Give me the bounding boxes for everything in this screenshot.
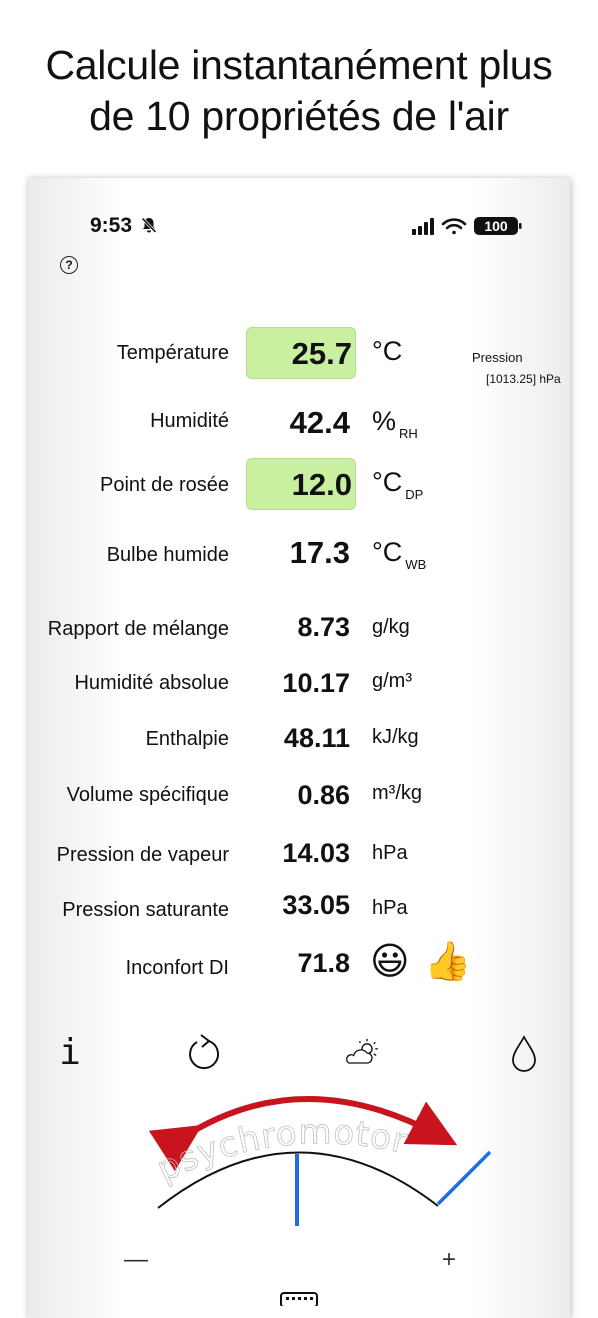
cellular-signal-icon (412, 218, 434, 235)
label-specific-volume: Volume spécifique (66, 784, 229, 806)
dew-point-input[interactable]: 12.0 (246, 458, 356, 510)
unit-dew-point-main: °C (372, 467, 403, 497)
dew-button[interactable] (504, 1030, 544, 1076)
reset-icon (189, 1034, 219, 1070)
svg-text:psychromotor: psychromotor (151, 1112, 412, 1190)
unit-wet-bulb-main: °C (372, 537, 403, 567)
wifi-icon (441, 218, 467, 235)
bell-slash-icon (141, 217, 157, 234)
dial-label: psychromotor (150, 1112, 410, 1190)
label-absolute-humidity: Humidité absolue (74, 672, 229, 694)
headline: Calcule instantanément plus de 10 propri… (0, 40, 598, 142)
specific-volume-value: 0.86 (297, 780, 350, 810)
psychro-dial[interactable]: psychromotor (148, 1090, 508, 1250)
weather-icon (346, 1038, 378, 1064)
unit-dew-point: °C DP (372, 467, 423, 502)
label-dew-point: Point de rosée (100, 474, 229, 496)
label-wet-bulb: Bulbe humide (106, 544, 229, 566)
info-button[interactable]: i (50, 1030, 90, 1076)
unit-temperature: °C (372, 336, 403, 366)
unit-humidity: % RH (372, 406, 418, 441)
vapor-pressure-value: 14.03 (282, 838, 350, 868)
humidity-value[interactable]: 42.4 (290, 405, 350, 441)
label-mixing-ratio: Rapport de mélange (47, 618, 229, 640)
label-humidity: Humidité (150, 410, 229, 432)
weather-button[interactable] (342, 1030, 382, 1076)
status-time-text: 9:53 (90, 214, 133, 237)
info-icon: i (59, 1032, 81, 1073)
pressure-value[interactable]: [1013.25] hPa (486, 372, 561, 386)
dew-point-value: 12.0 (291, 467, 352, 502)
battery-level: 100 (484, 218, 508, 234)
unit-humidity-sub: RH (399, 426, 418, 441)
label-enthalpy: Enthalpie (145, 728, 229, 750)
unit-specific-volume: m³/kg (372, 782, 422, 804)
enthalpy-value: 48.11 (283, 723, 350, 753)
discomfort-index-value: 71.8 (297, 948, 350, 978)
water-drop-icon (512, 1035, 536, 1072)
unit-wet-bulb: °C WB (372, 537, 426, 572)
headline-line-1: Calcule instantanément plus (45, 42, 553, 88)
label-vapor-pressure: Pression de vapeur (56, 844, 229, 866)
increase-button[interactable]: + (442, 1246, 456, 1274)
status-time: 9:53 (90, 214, 158, 238)
unit-wet-bulb-sub: WB (405, 557, 427, 572)
help-icon[interactable]: ? (60, 256, 78, 274)
saturation-pressure-value: 33.05 (282, 890, 350, 920)
keyboard-icon[interactable] (280, 1292, 318, 1306)
absolute-humidity-value: 10.17 (282, 668, 350, 698)
unit-enthalpy: kJ/kg (372, 726, 419, 748)
unit-saturation-pressure: hPa (372, 897, 408, 919)
wet-bulb-value[interactable]: 17.3 (290, 535, 350, 571)
temperature-value: 25.7 (291, 336, 352, 371)
thumbs-up-emoji: 👍 (424, 941, 472, 983)
unit-humidity-main: % (372, 406, 397, 436)
mixing-ratio-value: 8.73 (297, 612, 350, 642)
label-discomfort-index: Inconfort DI (125, 957, 229, 979)
label-saturation-pressure: Pression saturante (62, 899, 229, 921)
unit-absolute-humidity: g/m³ (372, 670, 412, 692)
dial-target (436, 1150, 492, 1206)
unit-dew-point-sub: DP (405, 487, 424, 502)
unit-mixing-ratio: g/kg (372, 616, 410, 638)
decrease-button[interactable]: — (124, 1246, 148, 1274)
unit-vapor-pressure: hPa (372, 842, 408, 864)
smiley-emoji: 😃 (370, 941, 410, 983)
pressure-label: Pression (472, 350, 523, 365)
reset-button[interactable] (184, 1030, 224, 1076)
temperature-input[interactable]: 25.7 (246, 327, 356, 379)
label-temperature: Température (116, 342, 229, 364)
headline-line-2: de 10 propriétés de l'air (89, 93, 509, 139)
phone-screen: 9:53 100 ? Température 25.7 °C Pression … (28, 178, 570, 1318)
